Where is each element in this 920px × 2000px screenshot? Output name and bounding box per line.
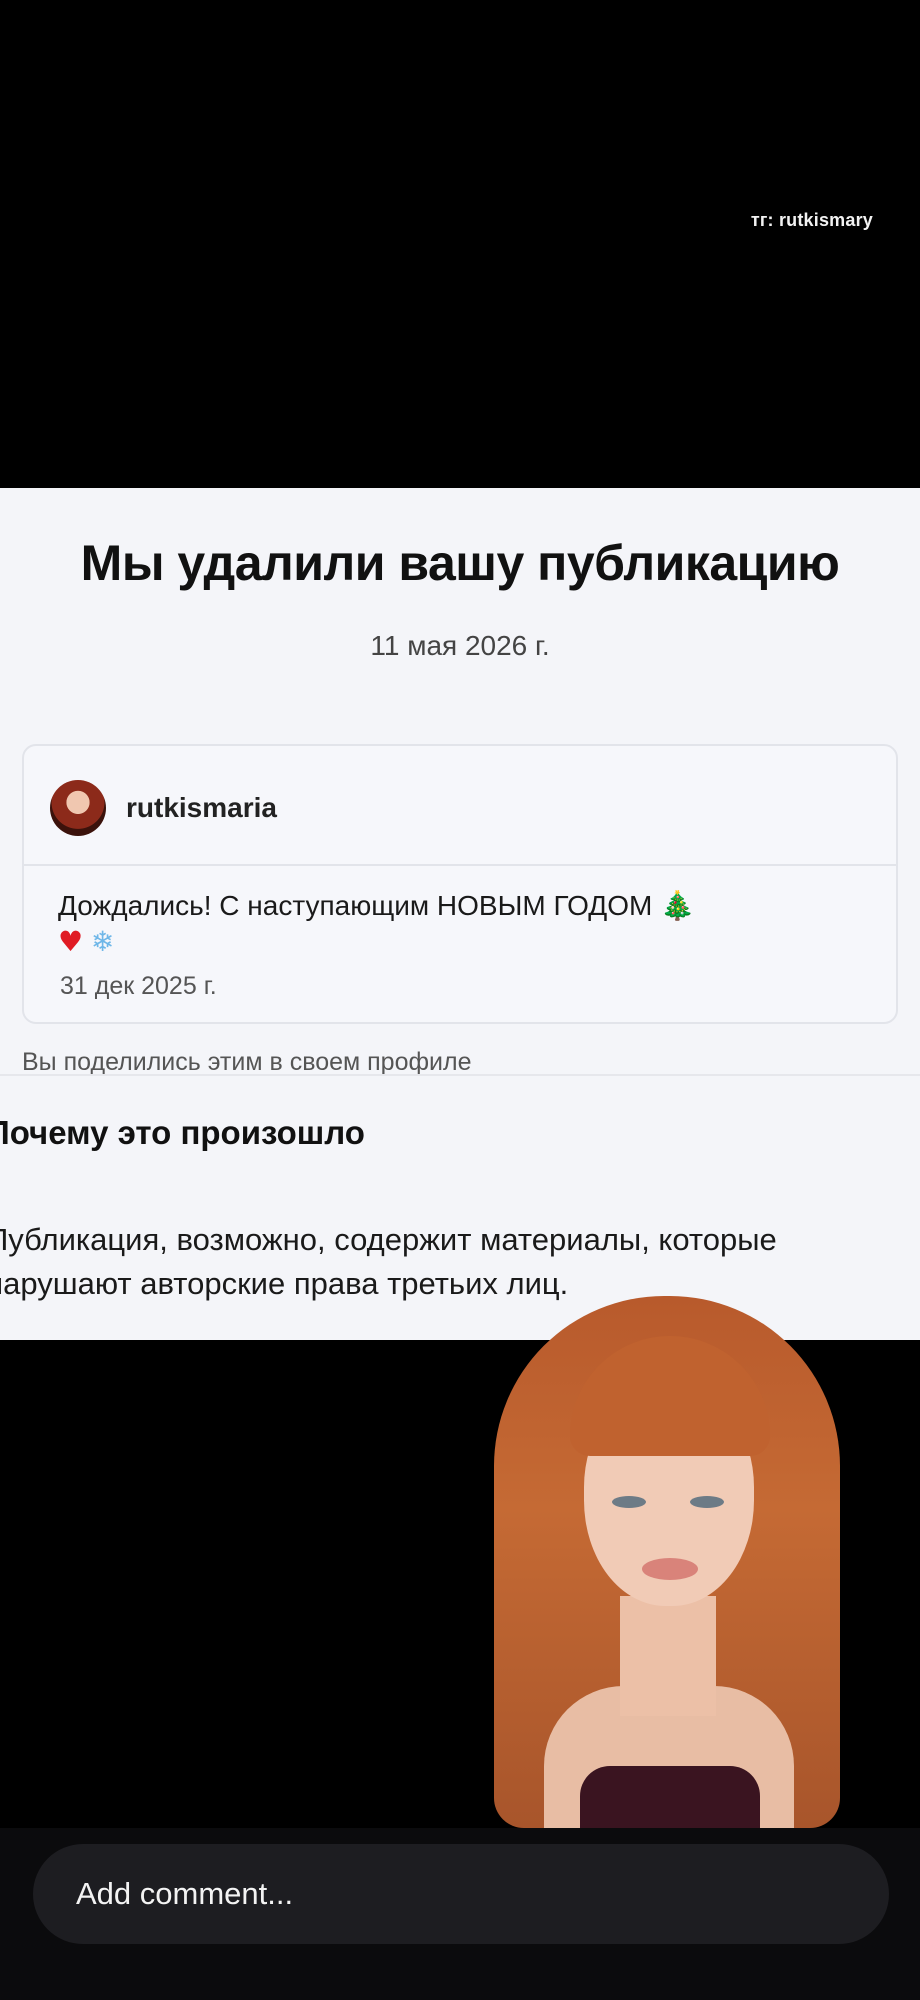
notice-title: Мы удалили вашу публикацию [80,535,840,591]
why-title: Почему это произошло [0,1114,365,1151]
heart-icon: ♥ [58,925,84,958]
presenter-top [580,1766,760,1828]
comment-placeholder: Add comment... [76,1876,294,1911]
why-body: Публикация, возможно, содержит материалы… [0,1222,777,1301]
watermark-text: тг: rutkismary [750,210,873,230]
presenter-video-overlay [484,1296,850,1828]
presenter-eye-right [690,1496,724,1508]
comment-input[interactable]: Add comment... [33,1844,889,1944]
presenter-eye-left [612,1496,646,1508]
comment-bar: Add comment... [0,1828,920,2000]
christmas-tree-icon: 🎄 [660,889,695,922]
post-header: rutkismaria [24,746,896,866]
avatar [50,780,106,836]
post-text: Дождались! С наступающим НОВЫМ ГОДОМ 🎄 ♥… [58,888,868,960]
presenter-lips [642,1558,698,1580]
divider [0,1074,920,1076]
post-date: 31 дек 2025 г. [60,972,217,1000]
post-card: rutkismaria Дождались! С наступающим НОВ… [22,744,898,1024]
snowflake-icon: ❄ [90,925,115,958]
post-username: rutkismaria [126,792,277,823]
notice-date: 11 мая 2026 г. [370,630,550,661]
deletion-notice-screenshot: Мы удалили вашу публикацию 11 мая 2026 г… [0,488,920,1340]
presenter-neck [620,1596,716,1716]
post-caption: Дождались! С наступающим НОВЫМ ГОДОМ [58,890,653,921]
shared-note: Вы поделились этим в своем профиле [22,1048,472,1076]
video-frame: тг: rutkismary Мы удалили вашу публикаци… [0,0,920,2000]
